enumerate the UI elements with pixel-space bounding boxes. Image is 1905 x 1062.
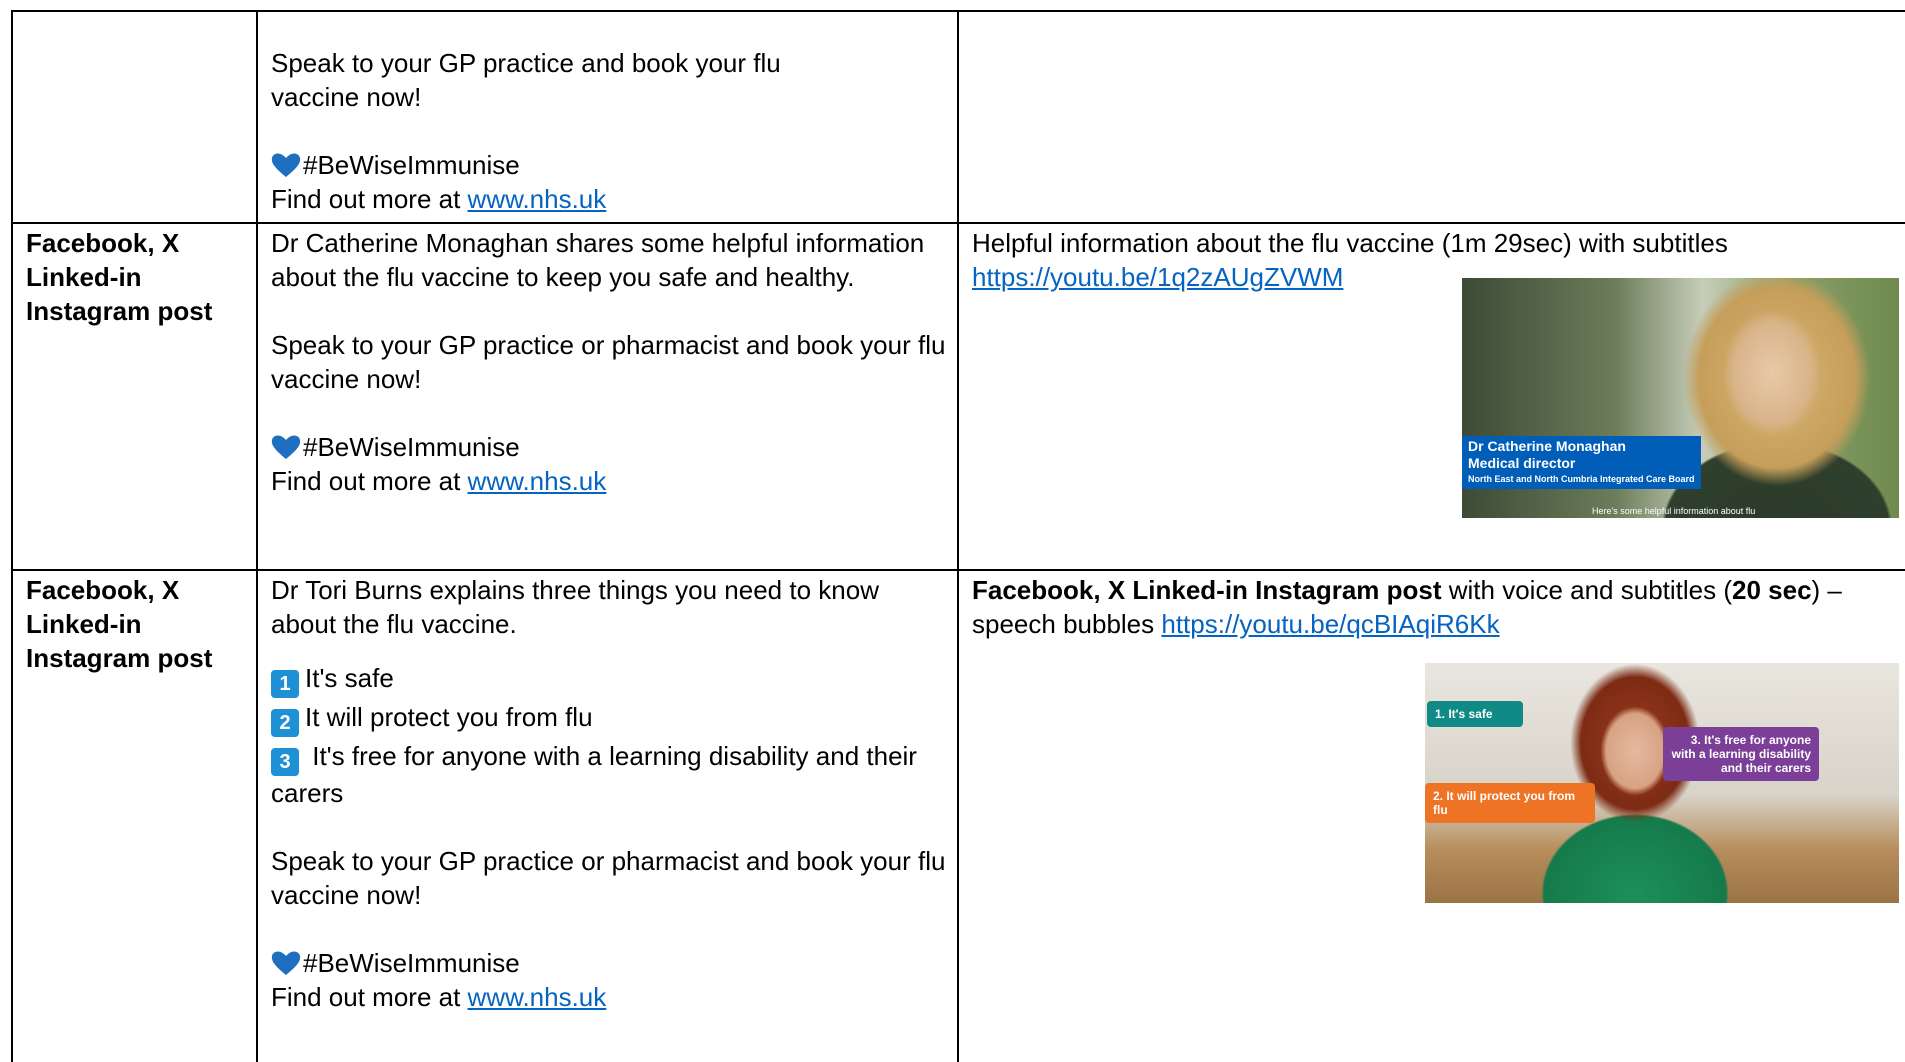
- content-table: Speak to your GP practice and book your …: [11, 10, 1905, 1062]
- keycap-2-icon: 2: [271, 709, 299, 737]
- platform-line: Instagram post: [26, 296, 213, 326]
- row1-copy-cell: Speak to your GP practice and book your …: [271, 46, 951, 216]
- platform-line: Linked-in: [26, 609, 142, 639]
- platform-line: Facebook, X: [26, 228, 180, 258]
- hashtag-text: #BeWiseImmunise: [303, 432, 520, 462]
- blue-heart-icon: [271, 951, 301, 975]
- youtube-link[interactable]: https://youtu.be/qcBIAqiR6Kk: [1161, 609, 1499, 639]
- platform-line: Linked-in: [26, 262, 142, 292]
- find-more-label: Find out more at: [271, 466, 468, 496]
- platform-line: Instagram post: [26, 643, 213, 673]
- presenter-org: North East and North Cumbria Integrated …: [1468, 474, 1695, 484]
- hashtag-text: #BeWiseImmunise: [303, 150, 520, 180]
- point-text: It's free for anyone with a learning dis…: [271, 741, 917, 808]
- points-list: 1 It's safe 2 It will protect you from flu…: [271, 659, 951, 810]
- speech-bubble: 2. It will protect you from flu: [1425, 783, 1595, 823]
- row3-platform-cell: Facebook, X Linked-in Instagram post: [26, 573, 256, 675]
- row2-intro: Dr Catherine Monaghan shares some helpfu…: [271, 228, 925, 292]
- subtitle-text: Here's some helpful information about fl…: [1592, 506, 1756, 516]
- video-description: Helpful information about the flu vaccin…: [972, 228, 1728, 258]
- row3-hashtag: #BeWiseImmunise: [271, 946, 951, 980]
- duration-text: 20 sec: [1732, 575, 1812, 605]
- row3-copy-cell: Dr Tori Burns explains three things you …: [271, 573, 951, 1014]
- table-border-left: [11, 10, 13, 1062]
- find-more-label: Find out more at: [271, 982, 468, 1012]
- presenter-name: Dr Catherine Monaghan: [1468, 438, 1626, 454]
- blue-heart-icon: [271, 153, 301, 177]
- list-item: 3 It's free for anyone with a learning d…: [271, 737, 951, 810]
- presenter-role: Medical director: [1468, 455, 1576, 471]
- video-thumbnail[interactable]: Dr Catherine Monaghan Medical director N…: [1462, 278, 1899, 518]
- list-item: 2 It will protect you from flu: [271, 698, 951, 737]
- description-text: with voice and subtitles (: [1441, 575, 1732, 605]
- platform-line: Facebook, X: [26, 575, 180, 605]
- row1-find-more: Find out more at www.nhs.uk: [271, 182, 951, 216]
- nhs-link[interactable]: www.nhs.uk: [468, 982, 607, 1012]
- video-thumbnail[interactable]: 1. It's safe 2. It will protect you from…: [1425, 663, 1899, 903]
- row3-cta: Speak to your GP practice or pharmacist …: [271, 846, 946, 910]
- blue-heart-icon: [271, 435, 301, 459]
- keycap-3-icon: 3: [271, 748, 299, 776]
- video-description: Facebook, X Linked-in Instagram post wit…: [972, 573, 1897, 641]
- list-item: 1 It's safe: [271, 659, 951, 698]
- name-caption: Dr Catherine Monaghan Medical director N…: [1462, 436, 1701, 489]
- row2-copy-cell: Dr Catherine Monaghan shares some helpfu…: [271, 226, 951, 498]
- hashtag-text: #BeWiseImmunise: [303, 948, 520, 978]
- find-more-label: Find out more at: [271, 184, 468, 214]
- row3-find-more: Find out more at www.nhs.uk: [271, 980, 951, 1014]
- row1-hashtag: #BeWiseImmunise: [271, 148, 951, 182]
- keycap-1-icon: 1: [271, 670, 299, 698]
- nhs-link[interactable]: www.nhs.uk: [468, 184, 607, 214]
- nhs-link[interactable]: www.nhs.uk: [468, 466, 607, 496]
- row2-platform-cell: Facebook, X Linked-in Instagram post: [26, 226, 256, 328]
- row2-hashtag: #BeWiseImmunise: [271, 430, 951, 464]
- platform-lead: Facebook, X Linked-in Instagram post: [972, 575, 1442, 605]
- point-text: It will protect you from flu: [305, 702, 593, 732]
- point-text: It's safe: [305, 663, 394, 693]
- column-divider: [256, 10, 258, 1062]
- row2-find-more: Find out more at www.nhs.uk: [271, 464, 951, 498]
- row3-asset-cell: Facebook, X Linked-in Instagram post wit…: [972, 573, 1897, 641]
- column-divider: [957, 10, 959, 1062]
- row1-copy-text: Speak to your GP practice and book your …: [271, 48, 781, 112]
- row2-cta: Speak to your GP practice or pharmacist …: [271, 330, 946, 394]
- speech-bubble: 3. It's free for anyone with a learning …: [1663, 727, 1819, 781]
- speech-bubble: 1. It's safe: [1427, 701, 1523, 727]
- row3-intro: Dr Tori Burns explains three things you …: [271, 575, 879, 639]
